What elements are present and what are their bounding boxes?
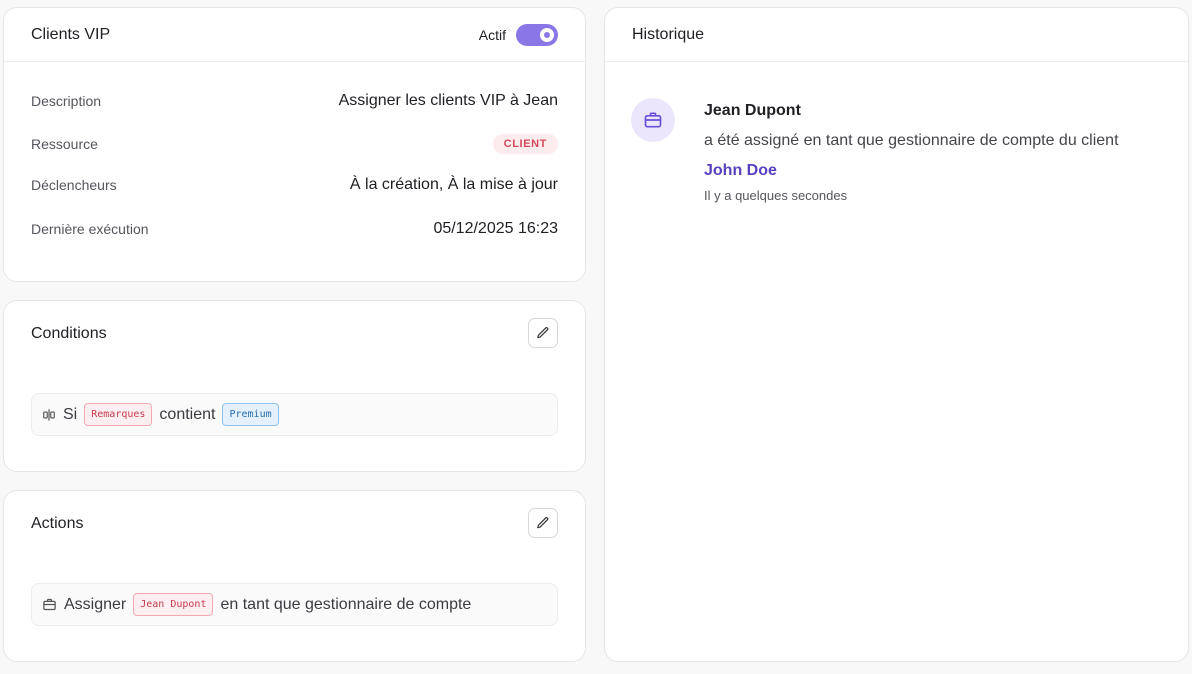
resource-label: Ressource	[31, 136, 98, 152]
history-item-time: Il y a quelques secondes	[704, 188, 848, 203]
history-item-body: Jean Dupont a été assigné en tant que ge…	[704, 100, 1148, 205]
condition-field-tag: Remarques	[84, 403, 153, 426]
history-item-name: Jean Dupont	[704, 102, 801, 119]
resource-row: Ressource CLIENT	[31, 134, 558, 154]
edit-actions-button[interactable]	[528, 508, 558, 538]
rule-card: Clients VIP Actif Description Assigner l…	[3, 7, 586, 282]
condition-operator: contient	[159, 405, 216, 423]
history-item-author[interactable]: John Doe	[704, 160, 1148, 182]
action-line[interactable]: Assigner Jean Dupont en tant que gestion…	[31, 583, 558, 626]
history-card: Historique Jean Dupont a été assigné en …	[604, 7, 1189, 662]
action-suffix: en tant que gestionnaire de compte	[220, 595, 472, 613]
condition-line[interactable]: Si Remarques contient Premium	[31, 393, 558, 436]
toggle-knob	[540, 27, 554, 42]
history-item-text: a été assigné en tant que gestionnaire d…	[704, 132, 1119, 149]
history-title: Historique	[632, 25, 705, 43]
rule-title: Clients VIP	[31, 25, 111, 43]
actions-title: Actions	[31, 515, 84, 532]
pencil-icon	[537, 517, 549, 529]
history-item-icon	[631, 98, 675, 142]
split-icon	[43, 408, 55, 421]
description-value: Assigner les clients VIP à Jean	[338, 92, 558, 109]
conditions-title: Conditions	[31, 325, 107, 342]
status-toggle-group: Actif	[478, 23, 558, 46]
description-row: Description Assigner les clients VIP à J…	[31, 92, 558, 110]
status-label: Actif	[478, 26, 506, 43]
history-header: Historique	[605, 8, 1188, 62]
pencil-icon	[537, 327, 549, 339]
triggers-row: Déclencheurs À la création, À la mise à …	[31, 176, 558, 194]
action-verb: Assigner	[64, 595, 127, 613]
resource-badge: CLIENT	[492, 134, 558, 154]
last-run-label: Dernière exécution	[31, 221, 149, 237]
condition-value-tag: Premium	[222, 403, 279, 426]
briefcase-icon	[43, 598, 56, 611]
edit-conditions-button[interactable]	[528, 318, 558, 348]
rule-card-header: Clients VIP Actif	[4, 8, 585, 62]
actions-card: Actions Assigner Jean Dupont en tant que…	[3, 490, 586, 662]
action-user-tag: Jean Dupont	[133, 593, 214, 616]
conditions-card: Conditions Si Remarques contient Premium	[3, 300, 586, 472]
briefcase-icon	[644, 112, 662, 128]
last-run-value: 05/12/2025 16:23	[433, 220, 558, 237]
active-toggle[interactable]	[516, 23, 558, 46]
triggers-value: À la création, À la mise à jour	[349, 176, 558, 193]
description-label: Description	[31, 93, 102, 109]
last-run-row: Dernière exécution 05/12/2025 16:23	[31, 220, 558, 238]
triggers-label: Déclencheurs	[31, 177, 117, 193]
condition-prefix: Si	[63, 405, 78, 423]
toggle-knob-dot	[544, 31, 550, 38]
